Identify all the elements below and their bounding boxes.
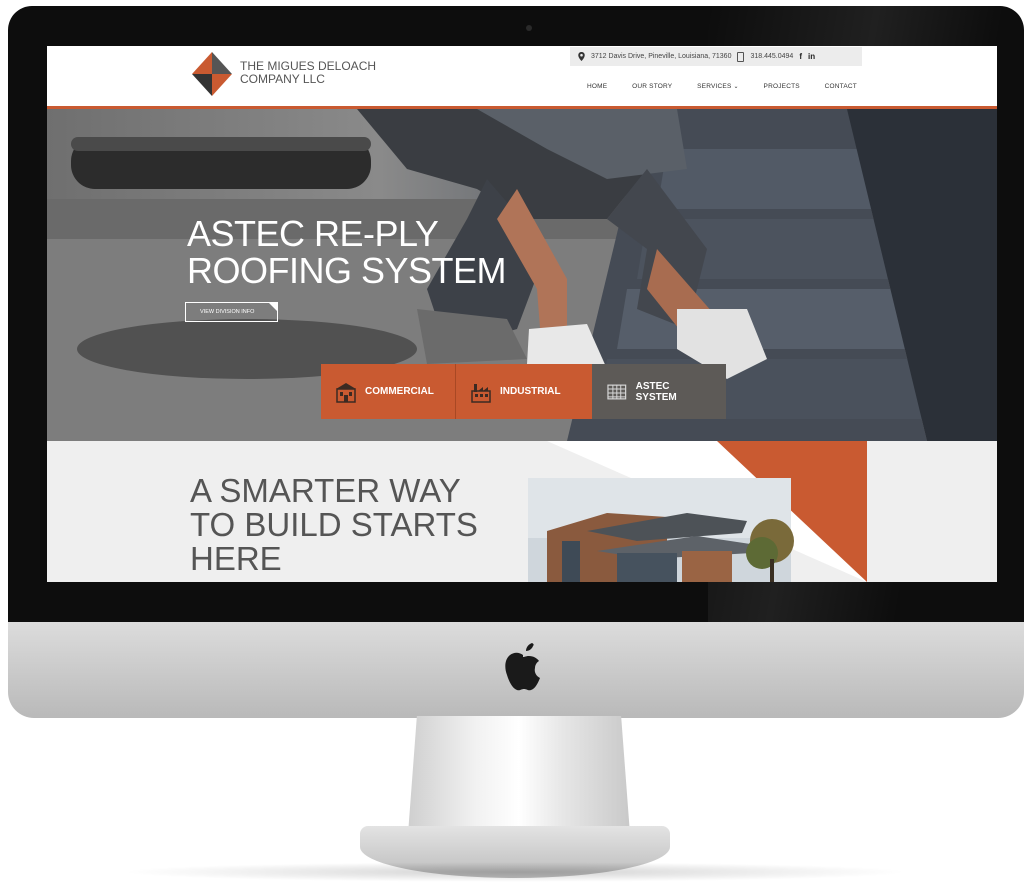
phone-number[interactable]: 318.445.0494: [750, 53, 793, 60]
address-text: 3712 Davis Drive, Pineville, Louisiana, …: [591, 53, 732, 60]
imac-stand: [408, 716, 630, 834]
main-nav: HOME OUR STORY SERVICES ⌄ PROJECTS CONTA…: [587, 78, 857, 94]
camera-dot: [526, 25, 532, 31]
website-screen: THE MIGUES DELOACH COMPANY LLC 3712 Davi…: [47, 46, 997, 582]
phone-icon: [737, 51, 745, 62]
tab-astec-system-label: ASTEC SYSTEM: [635, 380, 677, 403]
floor-shadow: [120, 862, 910, 882]
facebook-icon[interactable]: f: [799, 52, 802, 61]
intro-heading: A SMARTER WAY TO BUILD STARTS HERE: [190, 474, 490, 576]
nav-services[interactable]: SERVICES ⌄: [697, 83, 739, 90]
chevron-down-icon: ⌄: [733, 83, 739, 90]
tab-industrial[interactable]: INDUSTRIAL: [455, 364, 592, 419]
division-tabs: COMMERCIAL INDUSTRIAL ASTEC SYSTEM: [321, 364, 726, 419]
view-division-info-label: VIEW DIVISION INFO: [200, 309, 255, 315]
tab-commercial-label: COMMERCIAL: [365, 386, 434, 397]
location-pin-icon: [578, 52, 585, 61]
nav-home[interactable]: HOME: [587, 83, 607, 90]
linkedin-icon[interactable]: in: [808, 52, 815, 61]
company-name-line2: COMPANY LLC: [240, 72, 325, 86]
nav-contact[interactable]: CONTACT: [825, 83, 857, 90]
tab-commercial[interactable]: COMMERCIAL: [321, 364, 455, 419]
hero-title-line1: ASTEC RE-PLY: [187, 213, 439, 254]
nav-services-label: SERVICES: [697, 82, 732, 90]
intro-heading-line3: HERE: [190, 540, 282, 577]
commercial-building-icon: [336, 382, 356, 403]
hero-banner: ASTEC RE-PLY ROOFING SYSTEM VIEW DIVISIO…: [47, 109, 997, 441]
building-photo: [528, 441, 867, 582]
company-logo-icon[interactable]: [190, 50, 234, 98]
intro-section: A SMARTER WAY TO BUILD STARTS HERE: [47, 441, 997, 582]
apple-icon: [505, 643, 540, 691]
site-header: THE MIGUES DELOACH COMPANY LLC 3712 Davi…: [47, 46, 997, 109]
nav-projects[interactable]: PROJECTS: [764, 83, 800, 90]
hero-title-line2: ROOFING SYSTEM: [187, 250, 507, 291]
factory-icon: [471, 383, 491, 403]
roof-tiles-icon: [607, 384, 627, 399]
tab-industrial-label: INDUSTRIAL: [500, 386, 561, 397]
view-division-info-button[interactable]: VIEW DIVISION INFO: [185, 302, 278, 322]
tab-astec-system[interactable]: ASTEC SYSTEM: [592, 364, 726, 419]
hero-title: ASTEC RE-PLY ROOFING SYSTEM: [187, 215, 507, 289]
intro-heading-line2: TO BUILD STARTS: [190, 506, 478, 543]
nav-our-story[interactable]: OUR STORY: [632, 83, 672, 90]
button-corner-accent: [268, 302, 278, 312]
intro-heading-line1: A SMARTER WAY: [190, 472, 461, 509]
contact-bar: 3712 Davis Drive, Pineville, Louisiana, …: [570, 47, 862, 66]
company-name[interactable]: THE MIGUES DELOACH COMPANY LLC: [240, 60, 400, 86]
